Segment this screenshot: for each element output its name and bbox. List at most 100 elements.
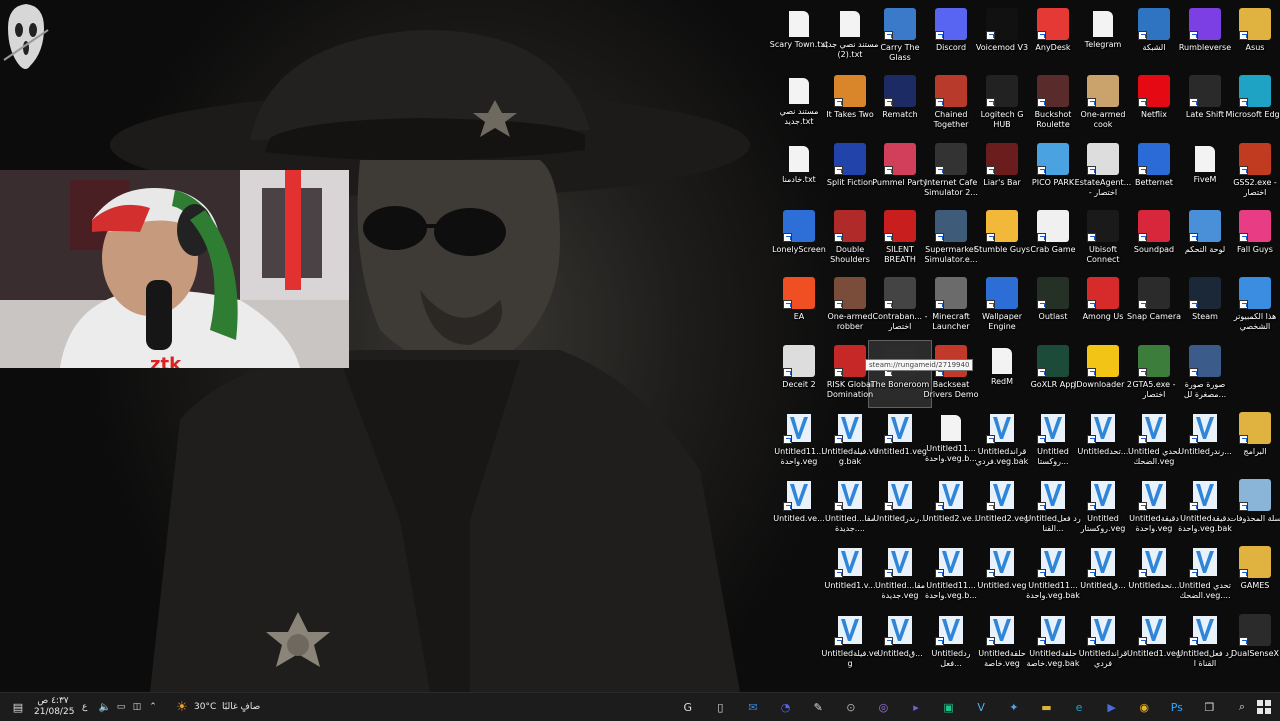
edge-icon[interactable]: e bbox=[1069, 697, 1089, 717]
notepad-icon-glyph: ✎ bbox=[813, 700, 823, 714]
input-language[interactable]: ع bbox=[82, 702, 87, 712]
desktop-icon[interactable]: البرامج bbox=[1224, 408, 1280, 474]
shortcut-arrow-icon bbox=[884, 502, 893, 511]
shortcut-arrow-icon bbox=[1037, 166, 1046, 175]
vegas-project-icon bbox=[1087, 546, 1119, 578]
vegas-icon[interactable]: V bbox=[971, 697, 991, 717]
pico-park-icon bbox=[1037, 143, 1069, 175]
shortcut-arrow-icon bbox=[1138, 637, 1147, 646]
notepad-icon[interactable]: ✎ bbox=[808, 697, 828, 717]
file-icon-glyph: ▯ bbox=[717, 700, 724, 714]
desktop-icon[interactable]: DualSenseX bbox=[1224, 610, 1280, 676]
stumble-guys-icon bbox=[986, 210, 1018, 242]
tool-icon[interactable]: ✦ bbox=[1004, 697, 1024, 717]
weather-temp[interactable]: 30°C bbox=[194, 702, 216, 712]
desktop-icon-grid: Scary Town.txt مستند نصي جديد (2).txt Carr… bbox=[0, 0, 1280, 692]
shortcut-arrow-icon bbox=[884, 569, 893, 578]
anydesk-icon bbox=[1037, 8, 1069, 40]
clock-date: 21/08/25 bbox=[34, 707, 75, 717]
vegas-project-icon bbox=[834, 614, 866, 646]
desktop-icon-label: هذا الكمبيوتر الشخصي bbox=[1233, 312, 1277, 331]
vegas-project-icon bbox=[1037, 479, 1069, 511]
notification-center-icon[interactable]: ▤ bbox=[8, 697, 28, 717]
obs-icon[interactable]: ◎ bbox=[873, 697, 893, 717]
estate-agent-icon bbox=[1087, 143, 1119, 175]
vegas-project-icon bbox=[1037, 546, 1069, 578]
shortcut-arrow-icon bbox=[1239, 98, 1248, 107]
media-icon[interactable]: ▶ bbox=[1102, 697, 1122, 717]
desktop-icon[interactable]: Fall Guys bbox=[1224, 206, 1280, 272]
desktop-icon bbox=[1224, 341, 1280, 407]
gss2-icon bbox=[1239, 143, 1271, 175]
shortcut-arrow-icon bbox=[1239, 31, 1248, 40]
desktop-icon[interactable]: Asus bbox=[1224, 4, 1280, 70]
vegas-project-icon bbox=[1087, 412, 1119, 444]
shortcut-arrow-icon bbox=[1138, 368, 1147, 377]
file-icon[interactable]: ▯ bbox=[710, 697, 730, 717]
weather-text[interactable]: صافٍ غالبًا bbox=[222, 702, 260, 712]
vegas-project-icon bbox=[935, 479, 967, 511]
goxlr-icon bbox=[1037, 345, 1069, 377]
outlook-icon[interactable]: ✉ bbox=[743, 697, 763, 717]
chrome-icon-glyph: ◉ bbox=[1139, 700, 1149, 714]
player-icon[interactable]: ▸ bbox=[906, 697, 926, 717]
shortcut-arrow-icon bbox=[986, 502, 995, 511]
outlast-icon bbox=[1037, 277, 1069, 309]
file-explorer-icon[interactable]: ▬ bbox=[1036, 697, 1056, 717]
chevron-up-icon[interactable]: ⌃ bbox=[143, 697, 163, 717]
desktop-icon[interactable]: GAMES bbox=[1224, 542, 1280, 608]
capcut-icon[interactable]: ⊙ bbox=[841, 697, 861, 717]
vegas-project-icon bbox=[1138, 412, 1170, 444]
vegas-project-icon bbox=[884, 614, 916, 646]
shortcut-arrow-icon bbox=[884, 233, 893, 242]
gta5-icon bbox=[1138, 345, 1170, 377]
shortcut-arrow-icon bbox=[1138, 233, 1147, 242]
desktop-icon[interactable]: GSS2.exe - اختصار bbox=[1224, 139, 1280, 205]
desktop-icon[interactable]: هذا الكمبيوتر الشخصي bbox=[1224, 273, 1280, 339]
google-icon[interactable]: G bbox=[678, 697, 698, 717]
vegas-project-icon bbox=[834, 479, 866, 511]
desktop-icon-label: DualSenseX bbox=[1231, 649, 1279, 658]
shortcut-arrow-icon bbox=[1138, 98, 1147, 107]
chrome-icon[interactable]: ◉ bbox=[1134, 697, 1154, 717]
shortcut-arrow-icon bbox=[1037, 502, 1046, 511]
obs-icon-glyph: ◎ bbox=[878, 700, 889, 714]
vegas-project-icon bbox=[986, 479, 1018, 511]
shortcut-arrow-icon bbox=[986, 98, 995, 107]
ps-icon[interactable]: Ps bbox=[1167, 697, 1187, 717]
shortcut-arrow-icon bbox=[884, 637, 893, 646]
shortcut-arrow-icon bbox=[834, 98, 843, 107]
search-icon[interactable]: ⌕ bbox=[1232, 697, 1252, 717]
discord-icon[interactable]: ◔ bbox=[776, 697, 796, 717]
vegas-project-icon bbox=[1037, 412, 1069, 444]
text-document-icon bbox=[789, 146, 809, 172]
shortcut-arrow-icon bbox=[834, 300, 843, 309]
search-icon-glyph: ⌕ bbox=[1238, 700, 1246, 713]
control-panel-icon bbox=[1189, 210, 1221, 242]
shortcut-arrow-icon bbox=[1189, 233, 1198, 242]
desktop-icon[interactable]: سلة المحذوفات bbox=[1224, 475, 1280, 541]
start-button[interactable] bbox=[1254, 697, 1274, 717]
risk-icon bbox=[834, 345, 866, 377]
supermarket-simulator-icon bbox=[935, 210, 967, 242]
lonelyscreen-icon bbox=[783, 210, 815, 242]
shortcut-arrow-icon bbox=[884, 435, 893, 444]
desktop-icon-label: Fall Guys bbox=[1237, 245, 1273, 254]
weather-icon[interactable]: ☀ bbox=[172, 697, 192, 717]
desktop-icon-label: GAMES bbox=[1240, 581, 1270, 590]
vegas-project-icon bbox=[1189, 412, 1221, 444]
recycle-bin-icon bbox=[1239, 479, 1271, 511]
voicemod-icon bbox=[986, 8, 1018, 40]
text-document-icon bbox=[789, 78, 809, 104]
jdownloader-icon bbox=[1087, 345, 1119, 377]
task-view-icon[interactable]: ❐ bbox=[1199, 697, 1219, 717]
text-document-icon bbox=[1093, 11, 1113, 37]
xbox-bar-icon[interactable]: ▣ bbox=[939, 697, 959, 717]
shortcut-arrow-icon bbox=[834, 569, 843, 578]
taskbar-clock[interactable]: ٤:٣٧ ص 21/08/25 bbox=[34, 696, 75, 718]
media-icon-glyph: ▶ bbox=[1107, 700, 1116, 714]
split-fiction-icon bbox=[834, 143, 866, 175]
shortcut-arrow-icon bbox=[1087, 98, 1096, 107]
shortcut-arrow-icon bbox=[935, 637, 944, 646]
desktop-icon[interactable]: Microsoft Edge bbox=[1224, 71, 1280, 137]
